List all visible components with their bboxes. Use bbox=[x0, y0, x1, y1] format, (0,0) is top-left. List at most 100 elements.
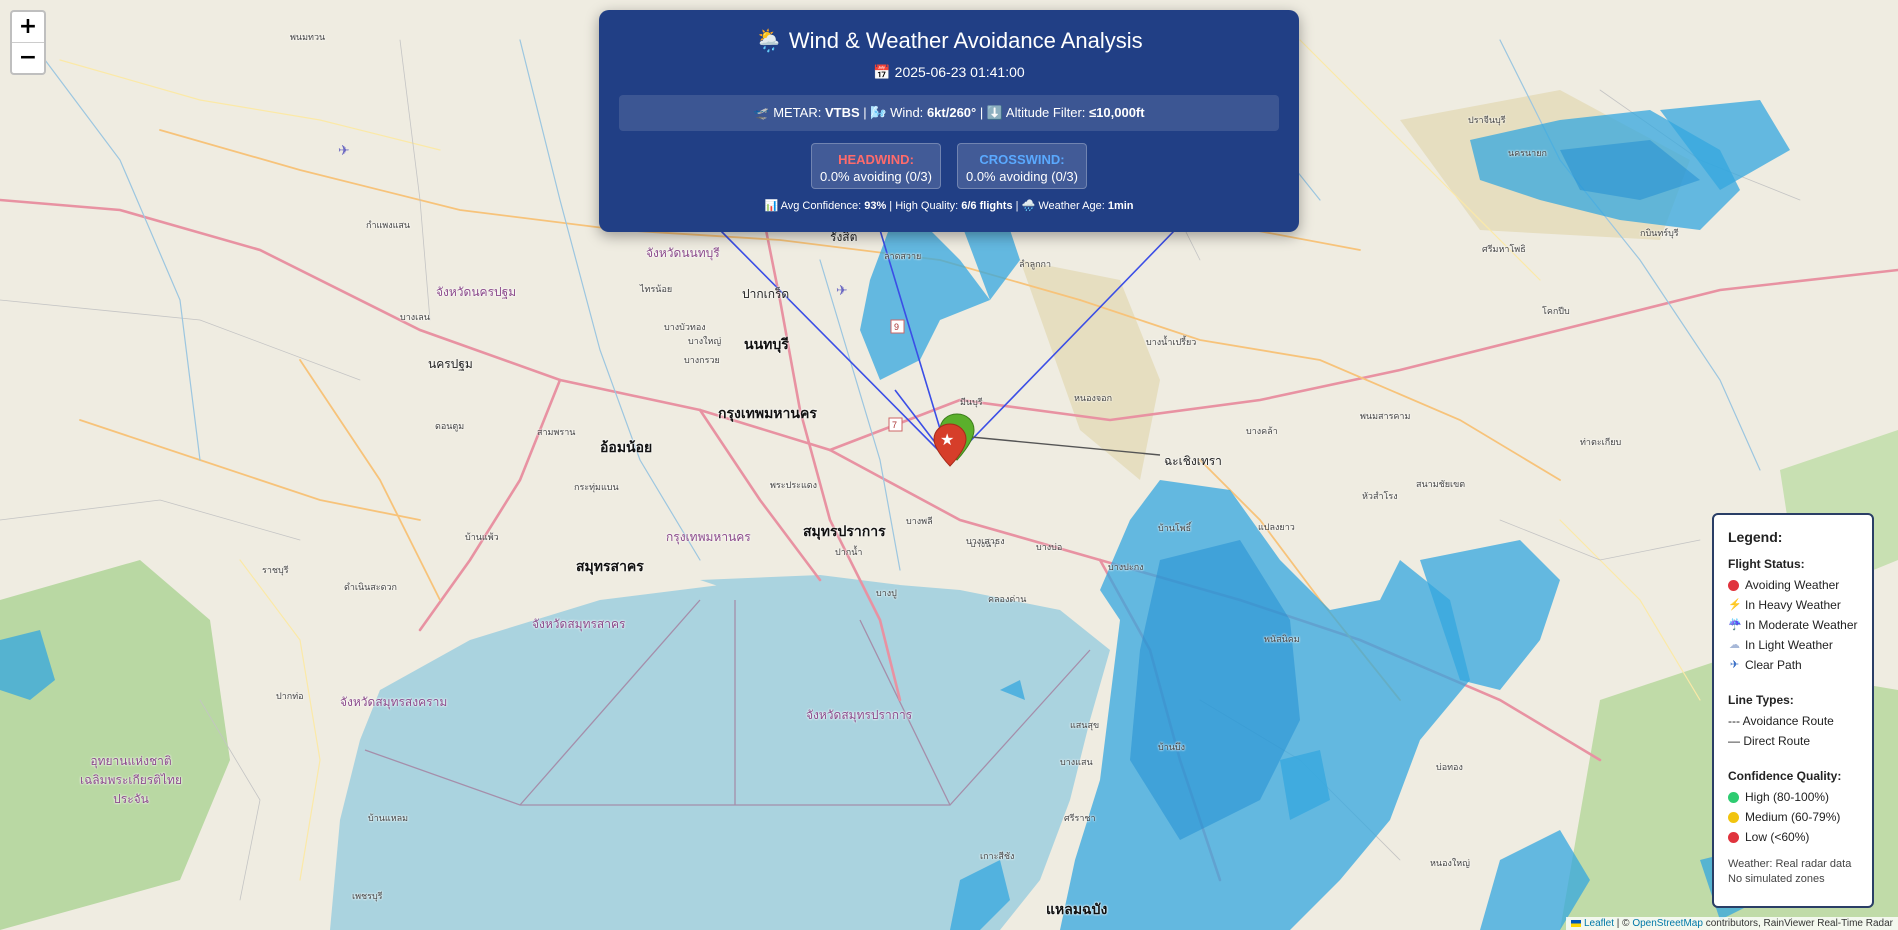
place-label: แปลงยาว bbox=[1258, 523, 1295, 533]
panel-date: 📅 2025-06-23 01:41:00 bbox=[599, 64, 1299, 81]
headwind-title: HEADWIND: bbox=[838, 152, 914, 167]
line-type-direct: — Direct Route bbox=[1728, 734, 1811, 748]
green-circle-icon bbox=[1728, 791, 1739, 803]
attribution: Leaflet | © OpenStreetMap contributors, … bbox=[1566, 917, 1898, 930]
place-label: กรุงเทพมหานคร bbox=[666, 530, 751, 544]
legend-label: In Heavy Weather bbox=[1745, 598, 1841, 612]
place-label: บางเลน bbox=[400, 313, 430, 323]
place-label: จังหวัดสมุทรสาคร bbox=[532, 617, 626, 631]
place-label: อุทยานแห่งชาติเฉลิมพระเกียรติไทยประจัน bbox=[80, 754, 182, 806]
place-label: พนมทวน bbox=[290, 33, 326, 43]
legend-label: Avoiding Weather bbox=[1745, 578, 1840, 592]
place-label: ปากน้ำ bbox=[835, 548, 863, 558]
place-label: ปากท่อ bbox=[276, 692, 304, 702]
place-label: ปราจีนบุรี bbox=[1468, 116, 1506, 126]
red-circle-icon bbox=[1728, 831, 1739, 843]
yellow-circle-icon bbox=[1728, 811, 1739, 823]
panel-title-text: Wind & Weather Avoidance Analysis bbox=[788, 28, 1143, 53]
zoom-in-button[interactable]: + bbox=[12, 12, 44, 43]
legend-label: Low (<60%) bbox=[1745, 830, 1810, 844]
legend-row: --- Avoidance Route bbox=[1728, 711, 1858, 731]
crosswind-value: 0.0% avoiding (0/3) bbox=[965, 169, 1078, 184]
legend-footer: Weather: Real radar data No simulated zo… bbox=[1728, 857, 1858, 887]
place-label: บ้านแหลม bbox=[368, 814, 409, 824]
place-label: นนทบุรี bbox=[744, 337, 789, 353]
legend-label: Clear Path bbox=[1745, 658, 1802, 672]
altitude-value: ≤10,000ft bbox=[1089, 105, 1145, 120]
leaflet-link[interactable]: Leaflet bbox=[1584, 918, 1614, 929]
place-label: สามพราน bbox=[537, 428, 576, 438]
place-label: บางคล้า bbox=[1246, 427, 1278, 437]
svg-text:★: ★ bbox=[940, 432, 954, 449]
legend-label: In Light Weather bbox=[1745, 638, 1833, 652]
legend-row: ⚡ In Heavy Weather bbox=[1728, 595, 1858, 615]
place-label: นครปฐม bbox=[428, 357, 473, 371]
place-label: พระประแดง bbox=[770, 481, 818, 491]
place-label: สมุทรสาคร bbox=[576, 559, 644, 575]
rain-cloud-icon: ☔ bbox=[1728, 619, 1742, 631]
altitude-label: | ⬇️ Altitude Filter: bbox=[979, 105, 1086, 120]
place-label: ราชบุรี bbox=[262, 566, 289, 576]
confidence-label: 📊 Avg Confidence: bbox=[764, 200, 862, 212]
place-label: สมุทรปราการ bbox=[803, 524, 886, 540]
place-label: บางแสน bbox=[1060, 758, 1093, 768]
place-label: บางบัวทอง bbox=[664, 323, 706, 333]
place-label: บางปะกง bbox=[1108, 563, 1144, 573]
place-label: มีนบุรี bbox=[960, 398, 983, 408]
legend-label: In Moderate Weather bbox=[1745, 618, 1858, 632]
metar-bar: 🛫 METAR: VTBS | 🌬️ Wind: 6kt/260° | ⬇️ A… bbox=[619, 95, 1279, 131]
place-label: หนองจอก bbox=[1074, 394, 1113, 404]
place-label: กระทุ่มแบน bbox=[574, 483, 619, 493]
place-label: หัวสำโรง bbox=[1362, 492, 1398, 502]
confidence-value: 93% bbox=[864, 200, 887, 212]
place-label: บางปู bbox=[876, 589, 897, 599]
place-label: จังหวัดนนทบุรี bbox=[646, 246, 720, 260]
place-label: นครนายก bbox=[1508, 149, 1547, 159]
place-label: เพชรบุรี bbox=[352, 892, 383, 902]
place-label: ลาดสวาย bbox=[884, 252, 922, 262]
weather-icon: 🌦️ bbox=[755, 28, 783, 53]
legend-row: ☔ In Moderate Weather bbox=[1728, 615, 1858, 635]
place-label: จังหวัดสมุทรปราการ bbox=[806, 708, 913, 722]
legend-row: Medium (60-79%) bbox=[1728, 807, 1858, 827]
place-label: เกาะสีชัง bbox=[980, 852, 1015, 862]
zoom-control: + − bbox=[10, 10, 46, 75]
flight-status-title: Flight Status: bbox=[1728, 557, 1805, 571]
osm-link[interactable]: OpenStreetMap bbox=[1632, 918, 1703, 929]
place-label: พนมสารคาม bbox=[1360, 412, 1411, 422]
weather-age-label: | 🌧️ Weather Age: bbox=[1015, 200, 1105, 212]
metar-station: VTBS bbox=[824, 105, 860, 120]
legend-row: ✈ Clear Path bbox=[1728, 655, 1858, 675]
place-label: บ้านโพธิ์ bbox=[1158, 524, 1192, 534]
place-label: ศรีราชา bbox=[1064, 814, 1096, 824]
place-label: อ้อมน้อย bbox=[600, 440, 653, 456]
place-label: แหลมฉบัง bbox=[1046, 902, 1108, 918]
place-label: ฉะเชิงเทรา bbox=[1164, 454, 1222, 468]
place-label: บางใหญ่ bbox=[688, 337, 722, 347]
legend-row: Avoiding Weather bbox=[1728, 575, 1858, 595]
legend-row: — Direct Route bbox=[1728, 731, 1858, 751]
headwind-value: 0.0% avoiding (0/3) bbox=[819, 169, 932, 184]
place-label: แสนสุข bbox=[1070, 721, 1100, 731]
place-label: บางบ่อ bbox=[1036, 543, 1063, 553]
wind-value: 6kt/260° bbox=[926, 105, 977, 120]
high-quality-value: 6/6 flights bbox=[961, 200, 1013, 212]
panel-title: 🌦️ Wind & Weather Avoidance Analysis bbox=[599, 28, 1299, 54]
svg-text:9: 9 bbox=[894, 322, 899, 332]
svg-text:✈: ✈ bbox=[836, 282, 848, 298]
crosswind-title: CROSSWIND: bbox=[979, 152, 1065, 167]
place-label: ไทรน้อย bbox=[640, 285, 673, 295]
confidence-quality-title: Confidence Quality: bbox=[1728, 769, 1842, 783]
place-label: พนัสนิคม bbox=[1264, 635, 1300, 645]
legend: Legend: Flight Status: Avoiding Weather … bbox=[1712, 513, 1874, 908]
date-text: 2025-06-23 01:41:00 bbox=[894, 64, 1025, 80]
airport-marker-red[interactable]: ★ bbox=[932, 422, 968, 470]
place-label: กรุงเทพมหานคร bbox=[718, 406, 817, 422]
wind-stats: HEADWIND: 0.0% avoiding (0/3) CROSSWIND:… bbox=[599, 143, 1299, 189]
place-label: กำแพงแสน bbox=[366, 221, 411, 231]
legend-label: Medium (60-79%) bbox=[1745, 810, 1841, 824]
legend-label: High (80-100%) bbox=[1745, 790, 1830, 804]
headwind-box: HEADWIND: 0.0% avoiding (0/3) bbox=[811, 143, 941, 189]
weather-age-value: 1min bbox=[1107, 200, 1134, 212]
zoom-out-button[interactable]: − bbox=[12, 43, 44, 73]
